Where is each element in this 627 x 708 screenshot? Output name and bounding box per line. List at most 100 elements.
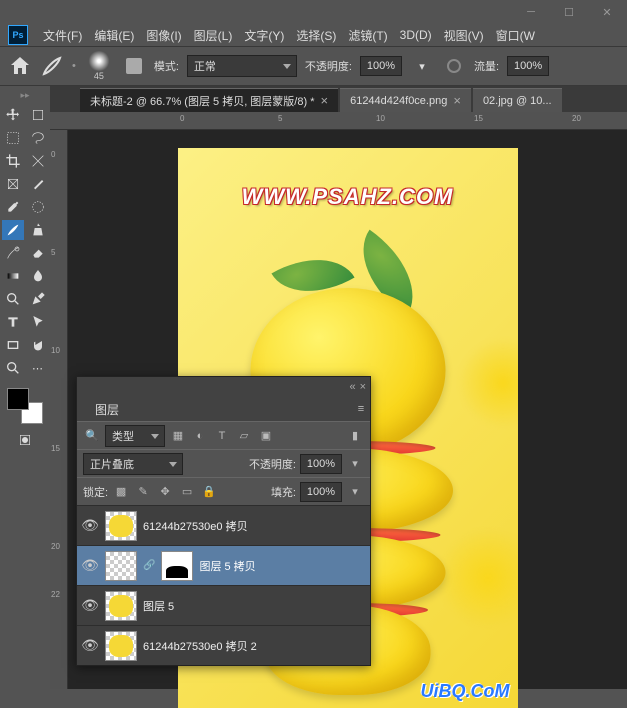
close-icon[interactable]: × (320, 93, 328, 108)
marquee-tool[interactable] (2, 128, 24, 148)
ruler-horizontal[interactable]: 0 5 10 15 20 (50, 112, 627, 130)
close-icon[interactable]: × (360, 381, 366, 393)
edit-toolbar[interactable]: ⋯ (27, 358, 49, 378)
brush-preview[interactable]: 45 (84, 51, 114, 81)
eyedropper-tool[interactable] (2, 197, 24, 217)
filter-toggle[interactable]: ▮ (346, 427, 364, 445)
panel-header[interactable]: « × (77, 377, 370, 397)
visibility-toggle[interactable]: 👁 (81, 517, 99, 534)
filter-adjust-icon[interactable]: ◐ (191, 427, 209, 445)
flow-input[interactable]: 100% (507, 56, 549, 76)
dodge-tool[interactable] (2, 289, 24, 309)
chevron-down-icon[interactable]: ▾ (346, 455, 364, 473)
hand-tool[interactable] (27, 335, 49, 355)
move-tool[interactable] (2, 105, 24, 125)
panel-menu-icon[interactable]: ≡ (352, 400, 370, 418)
layer-row[interactable]: 👁 图层 5 (77, 585, 370, 625)
path-select-tool[interactable] (27, 312, 49, 332)
layer-thumbnail[interactable] (105, 591, 137, 621)
mask-thumbnail[interactable] (161, 551, 193, 581)
fill-label: 填充: (271, 484, 296, 500)
filter-type-icon[interactable]: T (213, 427, 231, 445)
lock-transparency-icon[interactable]: ▩ (112, 483, 130, 501)
opacity-slider-icon[interactable]: ▾ (410, 54, 434, 78)
crop-tool[interactable] (2, 151, 24, 171)
artboard-tool[interactable] (27, 105, 49, 125)
tab-document-1[interactable]: 未标题-2 @ 66.7% (图层 5 拷贝, 图层蒙版/8) *× (80, 88, 338, 112)
blend-mode-select[interactable]: 正常 (187, 55, 297, 77)
blur-tool[interactable] (27, 266, 49, 286)
lock-artboard-icon[interactable]: ▭ (178, 483, 196, 501)
history-brush-tool[interactable] (2, 243, 24, 263)
layers-tab[interactable]: 图层 (85, 397, 129, 422)
layer-fill-input[interactable]: 100% (300, 482, 342, 502)
layer-row[interactable]: 👁 61244b27530e0 拷贝 (77, 505, 370, 545)
close-icon[interactable]: × (453, 93, 461, 108)
brush-tool[interactable] (2, 220, 24, 240)
brush-tool-icon[interactable] (40, 54, 64, 78)
maximize-button[interactable]: ☐ (555, 2, 583, 22)
watermark-text: WWW.PSAHZ.COM (242, 184, 454, 210)
frame-tool[interactable] (2, 174, 24, 194)
foreground-color[interactable] (7, 388, 29, 410)
layer-thumbnail[interactable] (105, 631, 137, 661)
menu-window[interactable]: 窗口(W (491, 25, 540, 46)
lock-position-icon[interactable]: ✥ (156, 483, 174, 501)
menu-select[interactable]: 选择(S) (291, 25, 341, 46)
minimize-button[interactable]: ─ (517, 2, 545, 22)
type-tool[interactable] (2, 312, 24, 332)
separator: • (72, 60, 76, 72)
menu-file[interactable]: 文件(F) (38, 25, 87, 46)
ruler-vertical[interactable]: 0 5 10 15 20 22 (50, 130, 68, 689)
filter-pixel-icon[interactable]: ▦ (169, 427, 187, 445)
menu-filter[interactable]: 滤镜(T) (343, 25, 392, 46)
layers-panel[interactable]: « × 图层 ≡ 🔍 类型 ▦ ◐ T ▱ ▣ ▮ 正片叠底 不透明度: 100… (76, 376, 371, 666)
eraser-tool[interactable] (27, 243, 49, 263)
rectangle-tool[interactable] (2, 335, 24, 355)
menu-3d[interactable]: 3D(D) (395, 26, 437, 44)
juice-splash (438, 528, 518, 628)
layer-opacity-input[interactable]: 100% (300, 454, 342, 474)
gradient-tool[interactable] (2, 266, 24, 286)
layer-row[interactable]: 👁 🔗 图层 5 拷贝 (77, 545, 370, 585)
watermark-text-2: UiBQ.CoM (421, 681, 510, 702)
filter-smart-icon[interactable]: ▣ (257, 427, 275, 445)
collapse-icon[interactable]: « (349, 381, 355, 393)
toolbar-handle[interactable]: ▸▸ (20, 90, 29, 101)
layer-name: 61244b27530e0 拷贝 (143, 518, 248, 534)
color-swatches[interactable] (7, 388, 43, 424)
tab-document-3[interactable]: 02.jpg @ 10... (473, 88, 562, 112)
menu-edit[interactable]: 编辑(E) (89, 25, 139, 46)
layer-thumbnail[interactable] (105, 511, 137, 541)
clone-stamp-tool[interactable] (27, 220, 49, 240)
layer-row[interactable]: 👁 61244b27530e0 拷贝 2 (77, 625, 370, 665)
pen-tool[interactable] (27, 289, 49, 309)
visibility-toggle[interactable]: 👁 (81, 557, 99, 574)
visibility-toggle[interactable]: 👁 (81, 597, 99, 614)
chevron-down-icon[interactable]: ▾ (346, 483, 364, 501)
magic-wand-tool[interactable] (27, 174, 49, 194)
menu-view[interactable]: 视图(V) (439, 25, 489, 46)
layer-blend-select[interactable]: 正片叠底 (83, 453, 183, 475)
layer-thumbnail[interactable] (105, 551, 137, 581)
menu-layer[interactable]: 图层(L) (189, 25, 238, 46)
quickmask-toggle[interactable] (14, 430, 36, 450)
menu-image[interactable]: 图像(I) (141, 25, 186, 46)
menu-type[interactable]: 文字(Y) (239, 25, 289, 46)
slice-tool[interactable] (27, 151, 49, 171)
filter-shape-icon[interactable]: ▱ (235, 427, 253, 445)
search-icon[interactable]: 🔍 (83, 427, 101, 445)
close-button[interactable]: ✕ (593, 2, 621, 22)
tab-document-2[interactable]: 61244d424f0ce.png× (340, 88, 471, 112)
filter-type-select[interactable]: 类型 (105, 425, 165, 447)
opacity-input[interactable]: 100% (360, 56, 402, 76)
lock-pixels-icon[interactable]: ✎ (134, 483, 152, 501)
pressure-opacity-icon[interactable] (442, 54, 466, 78)
home-icon[interactable] (8, 54, 32, 78)
brush-panel-icon[interactable] (122, 54, 146, 78)
lock-all-icon[interactable]: 🔒 (200, 483, 218, 501)
zoom-tool[interactable] (2, 358, 24, 378)
visibility-toggle[interactable]: 👁 (81, 637, 99, 654)
lasso-tool[interactable] (27, 128, 49, 148)
spot-heal-tool[interactable] (27, 197, 49, 217)
